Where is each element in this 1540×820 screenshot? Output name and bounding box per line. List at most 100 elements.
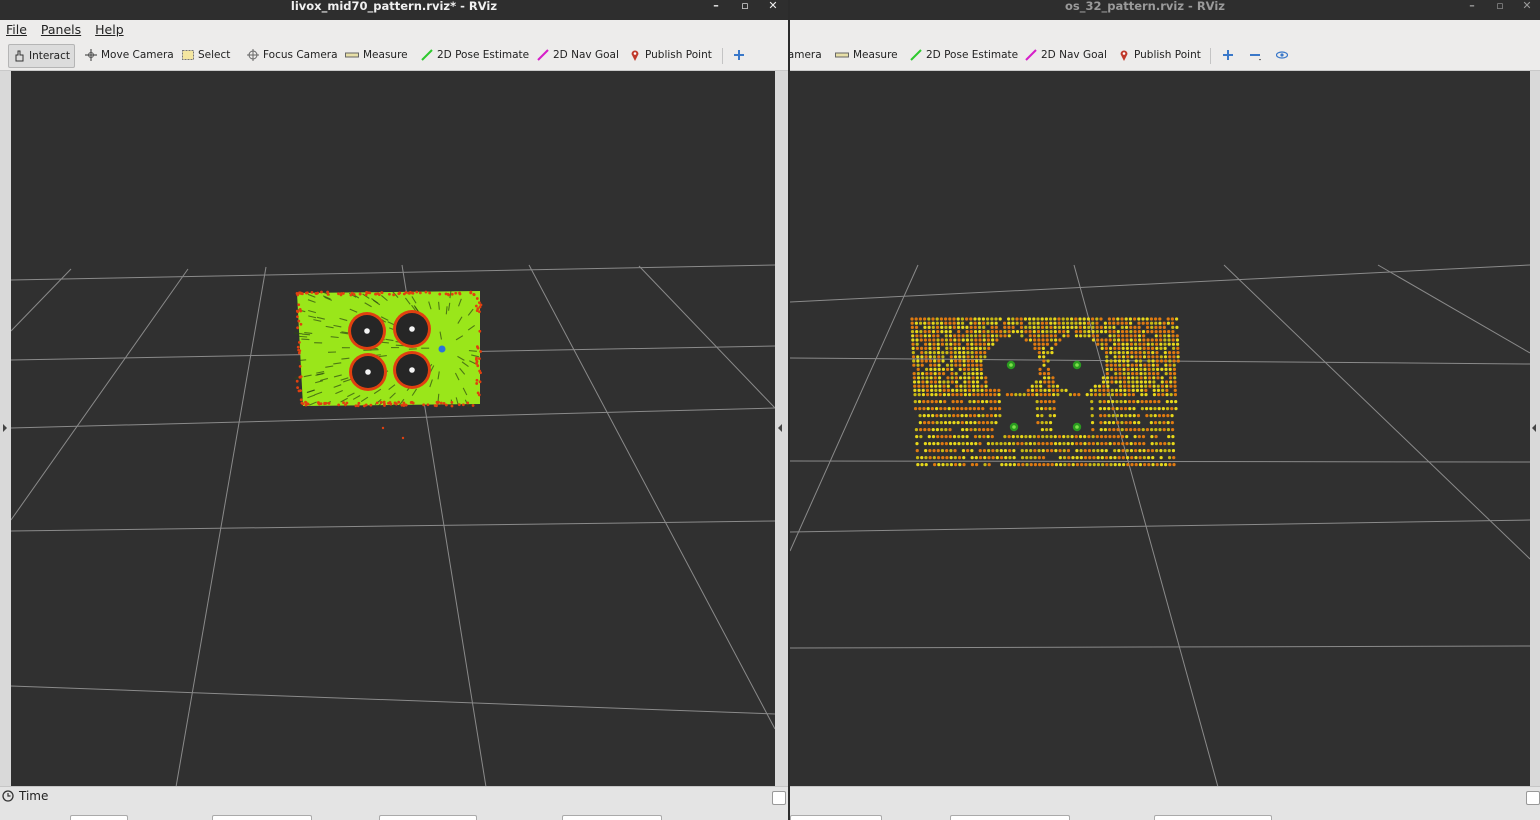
lidar-point [1131, 384, 1135, 388]
lidar-point [1007, 321, 1011, 325]
edge-point [297, 389, 301, 393]
lidar-point [925, 376, 929, 380]
lidar-point [1169, 400, 1174, 404]
remove-tool-button[interactable] [1249, 44, 1261, 66]
time-panel: Time [0, 786, 788, 820]
edge-point [478, 329, 482, 333]
wall-time-field[interactable] [1154, 815, 1272, 820]
menu-panels[interactable]: Panels [41, 20, 81, 39]
measure-tool-button[interactable]: Measure [345, 44, 408, 66]
select-tool-button[interactable]: Select [182, 44, 230, 66]
toolbar-overflow-button[interactable]: » amera [790, 44, 822, 66]
lidar-point [963, 384, 967, 388]
pose-estimate-tool-button[interactable]: 2D Pose Estimate [910, 44, 1018, 66]
lidar-point [1041, 442, 1045, 446]
render-viewport-livox[interactable] [11, 71, 775, 787]
lidar-point [1164, 463, 1168, 467]
maximize-button[interactable]: ▫ [735, 0, 755, 14]
measure-tool-button[interactable]: Measure [835, 44, 898, 66]
ros-elapsed-field[interactable] [212, 815, 312, 820]
lidar-point [961, 338, 965, 342]
lidar-point [910, 330, 915, 334]
nav-goal-tool-button[interactable]: 2D Nav Goal [537, 44, 619, 66]
lidar-point [1152, 376, 1156, 380]
lidar-point [1174, 407, 1178, 411]
lidar-point [914, 321, 918, 325]
minimize-button[interactable]: – [706, 0, 726, 14]
lidar-point [1120, 428, 1124, 432]
lidar-point [1175, 317, 1179, 321]
edge-point [298, 364, 302, 368]
lidar-point [912, 359, 916, 363]
3d-scene-ouster[interactable] [790, 71, 1530, 787]
close-button[interactable]: ✕ [1517, 0, 1537, 14]
menu-help[interactable]: Help [95, 20, 124, 39]
lidar-point [1105, 355, 1109, 359]
pose-estimate-tool-button[interactable]: 2D Pose Estimate [421, 44, 529, 66]
lidar-point [999, 456, 1004, 460]
right-panel-collapse-handle[interactable] [775, 71, 788, 787]
close-button[interactable]: ✕ [763, 0, 783, 14]
lidar-point [1043, 380, 1047, 384]
right-panel-collapse-handle[interactable] [1530, 71, 1540, 787]
ros-time-field[interactable] [70, 815, 128, 820]
lidar-point [1120, 435, 1125, 439]
green-arrow-icon [421, 49, 433, 61]
move-camera-tool-button[interactable]: Move Camera [85, 44, 174, 66]
lidar-point [1047, 393, 1052, 397]
lidar-point [1106, 380, 1110, 384]
lidar-point [1102, 400, 1106, 404]
time-panel-close-checkbox[interactable] [772, 791, 786, 805]
3d-scene-livox[interactable] [11, 71, 775, 787]
add-tool-button[interactable] [733, 44, 745, 66]
lidar-point [1138, 449, 1142, 453]
edge-point [469, 290, 473, 294]
lidar-point [944, 428, 948, 432]
ros-time-field[interactable] [790, 815, 882, 820]
lidar-point [983, 463, 987, 467]
ros-elapsed-field[interactable] [950, 815, 1070, 820]
edge-point [478, 380, 482, 384]
lidar-point [1151, 463, 1155, 467]
wall-time-field[interactable] [379, 815, 477, 820]
select-label: Select [198, 49, 231, 61]
publish-point-tool-button[interactable]: Publish Point [629, 44, 712, 66]
toolbar-separator [722, 48, 723, 64]
title-bar[interactable]: os_32_pattern.rviz - RViz – ▫ ✕ [790, 0, 1540, 20]
lidar-point [941, 351, 945, 355]
add-tool-button[interactable] [1222, 44, 1234, 66]
lidar-point [1113, 355, 1117, 359]
minimize-button[interactable]: – [1462, 0, 1482, 14]
menu-file[interactable]: File [6, 20, 27, 39]
maximize-button[interactable]: ▫ [1490, 0, 1510, 14]
lidar-point [951, 393, 955, 397]
focus-camera-tool-button[interactable]: Focus Camera [247, 44, 338, 66]
lidar-point [974, 442, 978, 446]
edge-point [326, 290, 329, 294]
lidar-point [984, 393, 989, 397]
lidar-point [967, 372, 971, 376]
time-panel-close-checkbox[interactable] [1526, 791, 1540, 805]
lidar-point [1171, 442, 1175, 446]
wall-elapsed-field[interactable] [562, 815, 662, 820]
nav-goal-tool-button[interactable]: 2D Nav Goal [1025, 44, 1107, 66]
lidar-point [912, 372, 916, 376]
left-panel-collapse-handle[interactable] [0, 71, 11, 787]
lidar-point [1169, 393, 1173, 397]
title-bar[interactable]: livox_mid70_pattern.rviz* - RViz – ▫ ✕ [0, 0, 788, 20]
lidar-point [1032, 325, 1036, 329]
lidar-point [913, 384, 917, 388]
lidar-point [1161, 388, 1165, 392]
measure-label: Measure [363, 49, 408, 61]
publish-point-tool-button[interactable]: Publish Point [1118, 44, 1201, 66]
lidar-point [940, 325, 944, 329]
lidar-point [1033, 463, 1038, 467]
lidar-point [966, 346, 970, 350]
lidar-point [1104, 456, 1109, 460]
lidar-point [1045, 330, 1049, 334]
lidar-point [1043, 400, 1048, 404]
view-options-button[interactable] [1276, 44, 1288, 66]
render-viewport-ouster[interactable] [790, 71, 1530, 787]
lidar-point [1112, 435, 1116, 439]
interact-tool-button[interactable]: Interact [8, 44, 75, 68]
